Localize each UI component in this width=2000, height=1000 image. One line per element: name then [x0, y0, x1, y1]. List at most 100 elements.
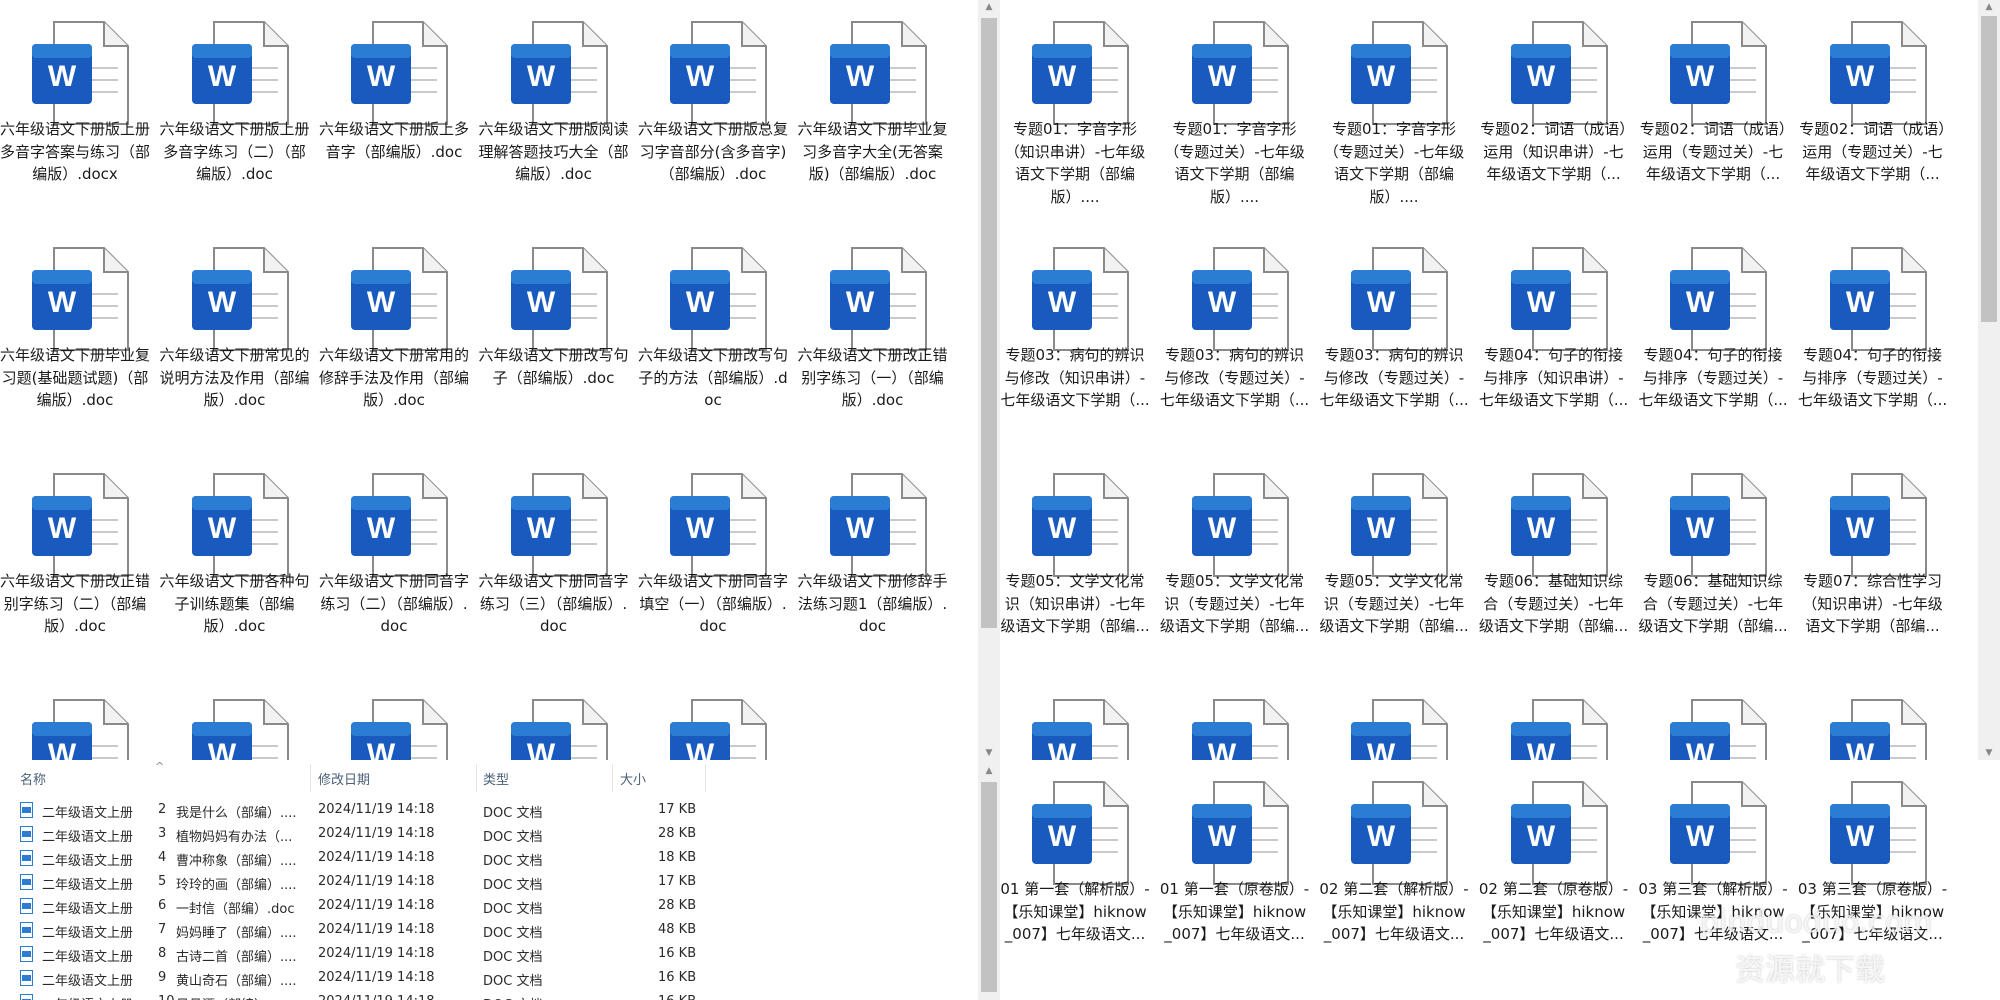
table-row[interactable]: 二年级语文上册 3 植物妈妈有办法（... 2024/11/19 14:18 DOC 文… — [0, 822, 978, 846]
row-name-prefix: 二年级语文上册 — [42, 926, 134, 941]
file-tile[interactable]: W — [479, 678, 629, 760]
file-name-label: 专题02：词语（成语）运用（专题过关）-七年级语文下学期（... — [1799, 120, 1946, 183]
table-row[interactable]: 二年级语文上册 8 古诗二首（部编）.... 2024/11/19 14:18 DOC … — [0, 942, 978, 966]
scrollbar-thumb[interactable] — [981, 18, 997, 628]
table-row[interactable]: 二年级语文上册 6 一封信（部编）.doc 2024/11/19 14:18 DOC 文… — [0, 894, 978, 918]
scrollbar-thumb[interactable] — [1981, 16, 1997, 322]
file-tile[interactable]: W 六年级语文下册修辞手法练习题1（部编版）.doc — [798, 452, 948, 678]
file-tile[interactable]: W 六年级语文下册版上册多音字练习（二）（部编版）.doc — [160, 0, 310, 226]
file-tile[interactable]: W 六年级语文下册版上册多音字答案与练习（部编版）.docx — [0, 0, 150, 226]
file-tile[interactable]: W 专题01：字音字形（专题过关）-七年级语文下学期（部编版）.... — [1160, 0, 1310, 226]
table-row[interactable]: 二年级语文上册 5 玲玲的画（部编）.... 2024/11/19 14:18 DOC … — [0, 870, 978, 894]
row-name-prefix: 二年级语文上册 — [42, 902, 134, 917]
file-tile[interactable]: W 六年级语文下册改正错别字练习（一）（部编版）.doc — [798, 226, 948, 452]
file-tile[interactable]: W — [1319, 678, 1469, 760]
row-number: 6 — [158, 898, 167, 913]
scroll-up-arrow-icon[interactable]: ▲ — [978, 764, 1000, 778]
file-tile[interactable]: W 六年级语文下册版阅读理解答题技巧大全（部编版）.doc — [479, 0, 629, 226]
file-tile[interactable]: W — [1479, 678, 1629, 760]
file-tile[interactable]: W 专题06：基础知识综合（专题过关）-七年级语文下学期（部编... — [1638, 452, 1788, 678]
file-tile[interactable]: W 六年级语文下册常用的修辞手法及作用（部编版）.doc — [319, 226, 469, 452]
file-tile[interactable]: W 六年级语文下册常见的说明方法及作用（部编版）.doc — [160, 226, 310, 452]
scrollbar-right[interactable]: ▲ ▼ — [1978, 0, 2000, 760]
word-document-icon: W — [1351, 247, 1448, 351]
svg-text:W: W — [1845, 738, 1874, 760]
file-tile[interactable]: W 专题05：文学文化常识（专题过关）-七年级语文下学期（部编... — [1319, 452, 1469, 678]
word-document-icon: W — [510, 699, 608, 760]
column-size-header[interactable]: 大小 — [620, 769, 646, 788]
file-tile[interactable]: W 专题03：病句的辨识与修改（专题过关）-七年级语文下学期（... — [1319, 226, 1469, 452]
file-tile[interactable]: W — [1160, 678, 1310, 760]
scroll-up-arrow-icon[interactable]: ▲ — [1978, 0, 2000, 14]
table-row[interactable]: 二年级语文上册 10日月潭（部编）.... 2024/11/19 14:18 DOC … — [0, 990, 978, 1000]
column-name-header[interactable]: 名称 — [20, 769, 46, 788]
file-tile[interactable]: W 专题03：病句的辨识与修改（专题过关）-七年级语文下学期（... — [1160, 226, 1310, 452]
file-tile[interactable]: W 六年级语文下册改正错别字练习（二）（部编版）.doc — [0, 452, 150, 678]
svg-text:W: W — [1686, 738, 1715, 760]
file-tile[interactable]: W 六年级语文下册同音字填空（一）（部编版）.doc — [638, 452, 788, 678]
file-tile[interactable]: W 六年级语文下册毕业复习题(基础题试题)（部编版）.doc — [0, 226, 150, 452]
scroll-down-arrow-icon[interactable]: ▼ — [1978, 746, 2000, 760]
file-tile[interactable]: W — [160, 678, 310, 760]
file-tile[interactable]: W 01 第一套（解析版）-【乐知课堂】hiknow_007】七年级语文... — [1000, 760, 1150, 986]
row-title: 植物妈妈有办法（... — [176, 830, 293, 845]
file-tile[interactable]: W 六年级语文下册改写句子的方法（部编版）.doc — [638, 226, 788, 452]
file-tile[interactable]: W 六年级语文下册各种句子训练题集（部编版）.doc — [160, 452, 310, 678]
file-tile[interactable]: W 02 第二套（原卷版）-【乐知课堂】hiknow_007】七年级语文... — [1479, 760, 1629, 986]
file-tile[interactable]: W — [319, 678, 469, 760]
word-file-small-icon — [20, 802, 33, 818]
table-row[interactable]: 二年级语文上册 4 曹冲称象（部编）.... 2024/11/19 14:18 DOC … — [0, 846, 978, 870]
word-document-icon: W — [1670, 247, 1767, 351]
file-tile[interactable]: W 专题02：词语（成语）运用（知识串讲）-七年级语文下学期（... — [1479, 0, 1629, 226]
file-name-label: 专题06：基础知识综合（专题过关）-七年级语文下学期（部编... — [1478, 572, 1629, 635]
file-tile[interactable]: W 六年级语文下册版总复习字音部分(含多音字)（部编版）.doc — [638, 0, 788, 226]
file-tile[interactable]: W 六年级语文下册版上多音字（部编版）.doc — [319, 0, 469, 226]
file-tile[interactable]: W 专题04：句子的衔接与排序（专题过关）-七年级语文下学期（... — [1798, 226, 1948, 452]
file-name-label: 六年级语文下册修辞手法练习题1（部编版）.doc — [797, 572, 948, 635]
file-tile[interactable]: W 专题03：病句的辨识与修改（知识串讲）-七年级语文下学期（... — [1000, 226, 1150, 452]
scrollbar-left-details[interactable]: ▲ — [978, 760, 1000, 1000]
file-tile[interactable]: W 专题02：词语（成语）运用（专题过关）-七年级语文下学期（... — [1798, 0, 1948, 226]
table-row[interactable]: 二年级语文上册 7 妈妈睡了（部编）.... 2024/11/19 14:18 DOC … — [0, 918, 978, 942]
file-tile[interactable]: W — [638, 678, 788, 760]
file-tile[interactable]: W 专题05：文学文化常识（知识串讲）-七年级语文下学期（部编... — [1000, 452, 1150, 678]
file-tile[interactable]: W 专题06：基础知识综合（专题过关）-七年级语文下学期（部编... — [1479, 452, 1629, 678]
scroll-up-arrow-icon[interactable]: ▲ — [978, 0, 1000, 14]
file-tile[interactable]: W — [1000, 678, 1150, 760]
file-tile[interactable]: W 专题07：综合性学习（知识串讲）-七年级语文下学期（部编... — [1798, 452, 1948, 678]
word-document-icon: W — [829, 21, 927, 125]
file-tile[interactable]: W 01 第一套（原卷版）-【乐知课堂】hiknow_007】七年级语文... — [1160, 760, 1310, 986]
file-tile[interactable]: W 六年级语文下册同音字练习（二）（部编版）.doc — [319, 452, 469, 678]
file-tile[interactable]: W 六年级语文下册改写句子（部编版）.doc — [479, 226, 629, 452]
file-tile[interactable]: W 02 第二套（解析版）-【乐知课堂】hiknow_007】七年级语文... — [1319, 760, 1469, 986]
column-modified-header[interactable]: 修改日期 — [318, 769, 370, 788]
file-tile[interactable]: W 专题01：字音字形（专题过关）-七年级语文下学期（部编版）.... — [1319, 0, 1469, 226]
row-size: 17 KB — [658, 874, 697, 889]
row-title: 曹冲称象（部编）.... — [176, 854, 297, 869]
word-document-icon: W — [351, 699, 448, 760]
file-name-label: 六年级语文下册版阅读理解答题技巧大全（部编版）.doc — [478, 120, 629, 183]
row-size: 18 KB — [658, 850, 697, 865]
table-row[interactable]: 二年级语文上册 9 黄山奇石（部编）.... 2024/11/19 14:18 DOC … — [0, 966, 978, 990]
scroll-down-arrow-icon[interactable]: ▼ — [978, 746, 1000, 760]
file-tile[interactable]: W 专题04：句子的衔接与排序（知识串讲）-七年级语文下学期（... — [1479, 226, 1629, 452]
file-tile[interactable]: W 专题01：字音字形（知识串讲）-七年级语文下学期（部编版）.... — [1000, 0, 1150, 226]
file-tile[interactable]: W 专题05：文学文化常识（专题过关）-七年级语文下学期（部编... — [1160, 452, 1310, 678]
file-tile[interactable]: W — [1638, 678, 1788, 760]
word-document-icon: W — [1510, 781, 1608, 885]
file-tile[interactable]: W 专题02：词语（成语）运用（专题过关）-七年级语文下学期（... — [1638, 0, 1788, 226]
file-tile[interactable]: W 专题04：句子的衔接与排序（专题过关）-七年级语文下学期（... — [1638, 226, 1788, 452]
row-modified: 2024/11/19 14:18 — [318, 922, 435, 937]
svg-text:W: W — [1048, 286, 1077, 319]
column-type-header[interactable]: 类型 — [483, 769, 509, 788]
scrollbar-thumb[interactable] — [981, 782, 997, 992]
file-tile[interactable]: W 六年级语文下册同音字练习（三）（部编版）.doc — [479, 452, 629, 678]
word-document-icon: W — [351, 247, 448, 351]
row-type: DOC 文档 — [483, 974, 543, 989]
table-row[interactable]: 二年级语文上册 2 我是什么（部编）.... 2024/11/19 14:18 DOC … — [0, 798, 978, 822]
file-tile[interactable]: W — [0, 678, 150, 760]
row-modified: 2024/11/19 14:18 — [318, 946, 435, 961]
file-tile[interactable]: W — [1798, 678, 1948, 760]
scrollbar-left[interactable]: ▲ ▼ — [978, 0, 1000, 760]
file-tile[interactable]: W 六年级语文下册毕业复习多音字大全(无答案版)（部编版）.doc — [798, 0, 948, 226]
